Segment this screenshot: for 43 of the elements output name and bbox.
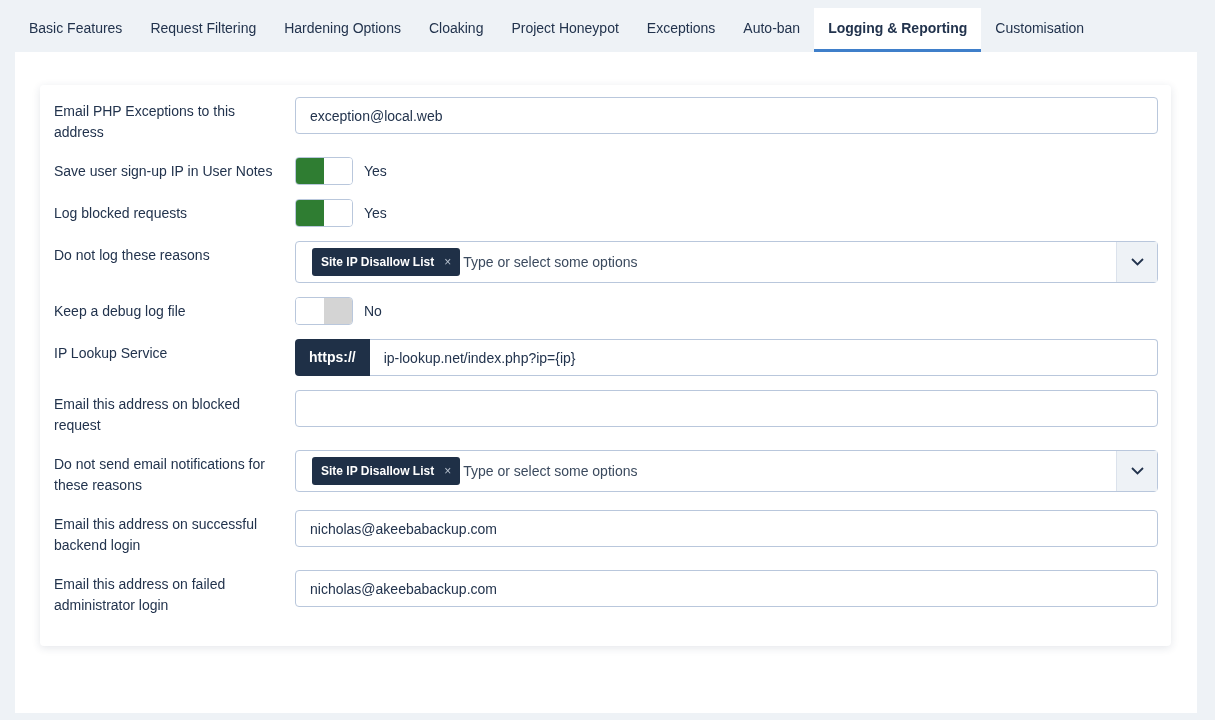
option-search-field[interactable]: Type or select some options [460,451,1116,491]
field-label: Save user sign-up IP in User Notes [54,162,274,181]
text-field[interactable]: nicholas@akeebabackup.com [295,570,1158,607]
text-field[interactable]: nicholas@akeebabackup.com [295,510,1158,547]
toggle-state-text: No [364,302,382,321]
field-label: Do not send email notifications for these reasons [54,455,266,495]
selected-tag: Site IP Disallow List × [312,248,461,276]
field-label: Email PHP Exceptions to this address [54,102,237,142]
tab[interactable]: Hardening Options [270,8,415,52]
toggle-state-text: Yes [364,162,387,181]
dropdown-button[interactable] [1116,242,1157,282]
url-field[interactable]: ip-lookup.net/index.php?ip={ip} [369,339,1158,376]
remove-tag-button[interactable]: × [444,462,452,480]
multi-select-field[interactable]: Site IP Disallow List × Type or select some options [295,241,1158,283]
tab[interactable]: Auto-ban [729,8,815,52]
chevron-down-icon [1130,258,1144,266]
tab[interactable]: Customisation [981,8,1099,52]
tab[interactable]: Project Honeypot [497,8,633,52]
field-label: IP Lookup Service [54,344,169,363]
tab[interactable]: Cloaking [414,8,498,52]
remove-tag-button[interactable]: × [444,253,452,271]
text-field[interactable]: exception@local.web [295,97,1158,134]
url-prefix: https:// [295,339,370,376]
multi-select-field[interactable]: Site IP Disallow List × Type or select some options [295,450,1158,492]
toggle-state-text: Yes [364,204,387,223]
toggle-switch[interactable] [295,199,353,227]
tab[interactable]: Basic Features [15,8,137,52]
dropdown-button[interactable] [1116,451,1157,491]
toggle-switch[interactable] [295,157,353,185]
tab[interactable]: Exceptions [632,8,730,52]
option-search-field[interactable]: Type or select some options [460,242,1116,282]
toggle-switch[interactable] [295,297,353,325]
chevron-down-icon [1130,467,1144,475]
tab[interactable]: Logging & Reporting [814,8,982,52]
field-label: Email this address on blocked request [54,395,241,435]
text-field[interactable] [295,390,1158,427]
field-label: Do not log these reasons [54,246,211,265]
selected-tag: Site IP Disallow List × [312,457,461,485]
field-label: Log blocked requests [54,204,189,223]
field-label: Email this address on successful backend login [54,515,259,555]
field-label: Email this address on failed administrator login [54,575,227,615]
field-label: Keep a debug log file [54,302,187,321]
tab[interactable]: Request Filtering [136,8,271,52]
